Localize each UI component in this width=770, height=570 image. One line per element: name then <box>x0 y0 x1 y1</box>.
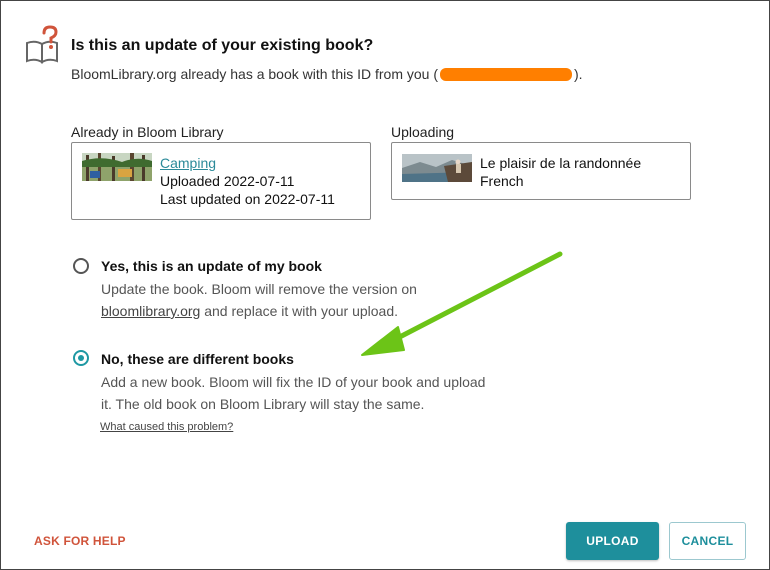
existing-last-updated: Last updated on 2022-07-11 <box>160 191 335 207</box>
option-different-line2: it. The old book on Bloom Library will s… <box>101 396 425 412</box>
subtitle-suffix: ). <box>574 66 583 82</box>
option-update-description: Update the book. Bloom will remove the v… <box>101 278 417 322</box>
existing-uploaded-date: Uploaded 2022-07-11 <box>160 173 295 189</box>
option-update-line2-text: and replace it with your upload. <box>200 303 399 319</box>
existing-book-info: Camping Uploaded 2022-07-11 Last updated… <box>160 154 335 208</box>
book-question-icon <box>26 25 58 64</box>
uploading-book-title: Le plaisir de la randonnée <box>480 155 642 171</box>
option-update-line2: bloomlibrary.org and replace it with you… <box>101 300 417 322</box>
ask-for-help-button[interactable]: ASK FOR HELP <box>34 534 126 548</box>
option-update-title[interactable]: Yes, this is an update of my book <box>101 258 322 274</box>
uploading-book-language: French <box>480 173 524 189</box>
duplicate-book-dialog: Is this an update of your existing book?… <box>0 0 770 570</box>
radio-different-books[interactable] <box>73 350 89 366</box>
uploading-label: Uploading <box>391 124 455 140</box>
upload-button[interactable]: UPLOAD <box>566 522 659 560</box>
bloomlibrary-link[interactable]: bloomlibrary.org <box>101 303 200 319</box>
option-different-description: Add a new book. Bloom will fix the ID of… <box>101 371 485 415</box>
existing-book-thumbnail <box>82 153 152 181</box>
existing-book-card: Camping Uploaded 2022-07-11 Last updated… <box>71 142 371 220</box>
option-different-title[interactable]: No, these are different books <box>101 351 294 367</box>
dialog-subtitle: BloomLibrary.org already has a book with… <box>71 66 583 82</box>
redacted-account <box>440 68 573 81</box>
option-update-line1: Update the book. Bloom will remove the v… <box>101 281 417 297</box>
subtitle-text: BloomLibrary.org already has a book with… <box>71 66 439 82</box>
radio-update-existing[interactable] <box>73 258 89 274</box>
cancel-button[interactable]: CANCEL <box>669 522 746 560</box>
option-different-line1: Add a new book. Bloom will fix the ID of… <box>101 374 486 390</box>
uploading-book-info: Le plaisir de la randonnée French <box>480 154 641 190</box>
what-caused-link[interactable]: What caused this problem? <box>100 421 233 433</box>
uploading-book-thumbnail <box>402 154 472 182</box>
existing-book-link[interactable]: Camping <box>160 155 216 171</box>
existing-label: Already in Bloom Library <box>71 124 224 140</box>
uploading-book-card: Le plaisir de la randonnée French <box>391 142 691 200</box>
dialog-title: Is this an update of your existing book? <box>71 37 374 54</box>
